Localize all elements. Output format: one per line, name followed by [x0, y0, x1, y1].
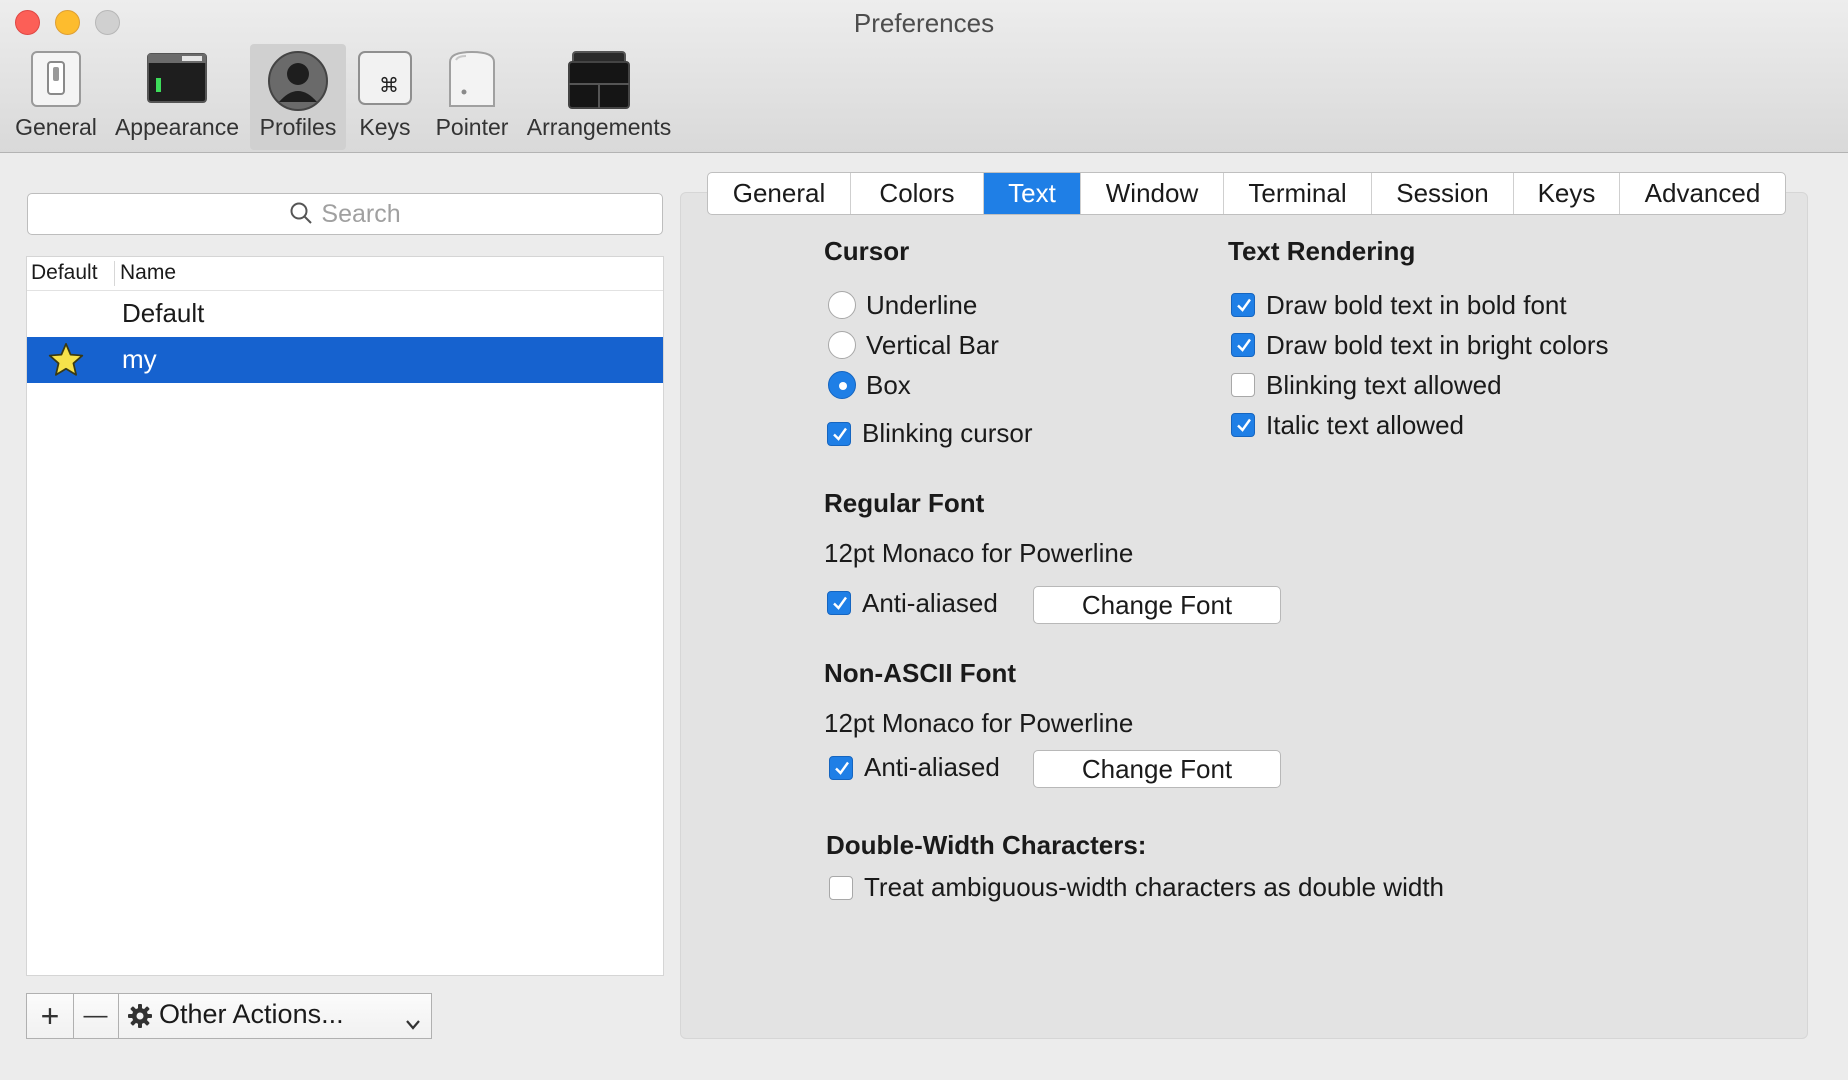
appearance-window-icon	[146, 50, 208, 111]
checkmark-icon	[835, 761, 849, 775]
toolbar-pointer[interactable]: Pointer	[428, 44, 516, 150]
preferences-window: Preferences General Appearance Profiles …	[0, 0, 1848, 1080]
non-ascii-change-font-button[interactable]: Change Font	[1033, 750, 1281, 788]
toolbar-arrangements[interactable]: Arrangements	[524, 44, 674, 150]
tab-general-label: General	[732, 178, 826, 208]
tab-keys[interactable]: Keys	[1514, 173, 1620, 214]
toolbar-pointer-label: Pointer	[435, 114, 509, 140]
regular-anti-aliased-checkbox[interactable]	[827, 591, 851, 615]
toolbar-keys[interactable]: ⌘ Keys	[352, 44, 418, 150]
tab-window[interactable]: Window	[1081, 173, 1224, 214]
bold-font-label: Draw bold text in bold font	[1266, 290, 1567, 320]
command-key-icon: ⌘	[357, 50, 413, 111]
checkmark-icon	[1237, 418, 1251, 432]
regular-font-heading: Regular Font	[824, 488, 985, 518]
regular-anti-aliased-label: Anti-aliased	[862, 588, 998, 618]
blinking-cursor-label: Blinking cursor	[862, 418, 1033, 448]
tab-terminal[interactable]: Terminal	[1224, 173, 1372, 214]
profile-actions-bar: + — Other Actions...	[26, 993, 432, 1039]
tab-colors[interactable]: Colors	[851, 173, 984, 214]
profile-search-field[interactable]: Search	[27, 193, 663, 235]
other-actions-label: Other Actions...	[159, 999, 344, 1029]
cursor-underline-radio[interactable]	[828, 291, 856, 319]
column-header-default[interactable]: Default	[31, 261, 98, 285]
cursor-box-label: Box	[866, 370, 911, 400]
toolbar-profiles[interactable]: Profiles	[250, 44, 346, 150]
bold-font-checkbox[interactable]	[1231, 293, 1255, 317]
tab-window-label: Window	[1105, 178, 1199, 208]
other-actions-popup[interactable]: Other Actions...	[119, 994, 431, 1038]
arrangements-windows-icon	[567, 50, 631, 115]
cursor-vertical-bar-label: Vertical Bar	[866, 330, 999, 360]
remove-profile-button[interactable]: —	[73, 994, 119, 1038]
cursor-vertical-bar-radio[interactable]	[828, 331, 856, 359]
profile-name: my	[122, 344, 157, 374]
search-placeholder: Search	[321, 200, 401, 228]
toolbar-general-label: General	[15, 114, 97, 140]
profile-row[interactable]: Default	[27, 291, 663, 337]
tab-colors-label: Colors	[879, 178, 955, 208]
regular-change-font-button[interactable]: Change Font	[1033, 586, 1281, 624]
profiles-table: Default Name Default my	[26, 256, 664, 976]
minus-icon: —	[83, 1002, 108, 1029]
profile-row-selected[interactable]: my	[27, 337, 663, 383]
toolbar-appearance[interactable]: Appearance	[108, 44, 246, 150]
general-switch-icon	[30, 50, 82, 113]
checkmark-icon	[833, 596, 847, 610]
default-star-icon	[47, 341, 85, 386]
double-width-heading: Double-Width Characters:	[826, 830, 1147, 860]
svg-text:⌘: ⌘	[379, 73, 399, 97]
toolbar-keys-label: Keys	[359, 114, 411, 140]
bright-colors-label: Draw bold text in bright colors	[1266, 330, 1609, 360]
toolbar-profiles-label: Profiles	[259, 114, 337, 140]
tab-advanced-label: Advanced	[1644, 178, 1761, 208]
profile-name: Default	[122, 298, 205, 328]
toolbar-appearance-label: Appearance	[114, 114, 240, 140]
italic-text-checkbox[interactable]	[1231, 413, 1255, 437]
checkmark-icon	[833, 427, 847, 441]
window-title: Preferences	[853, 8, 995, 38]
column-header-name[interactable]: Name	[120, 261, 176, 285]
plus-icon: +	[40, 998, 60, 1034]
mouse-icon	[444, 50, 500, 115]
italic-text-label: Italic text allowed	[1266, 410, 1464, 440]
cursor-heading: Cursor	[824, 236, 910, 266]
non-ascii-anti-aliased-checkbox[interactable]	[829, 756, 853, 780]
table-header: Default Name	[27, 257, 663, 291]
tab-keys-label: Keys	[1537, 178, 1596, 208]
profile-person-icon	[267, 50, 329, 117]
chevron-down-icon	[405, 1008, 421, 1039]
tab-text[interactable]: Text	[984, 173, 1081, 214]
search-icon	[290, 202, 313, 224]
tab-advanced[interactable]: Advanced	[1620, 173, 1785, 214]
add-profile-button[interactable]: +	[27, 994, 74, 1038]
cursor-box-radio[interactable]	[828, 371, 856, 399]
profile-tabs: General Colors Text Window Terminal Sess…	[707, 172, 1786, 215]
toolbar-general[interactable]: General	[10, 44, 102, 150]
toolbar-arrangements-label: Arrangements	[526, 114, 672, 140]
tab-general[interactable]: General	[708, 173, 851, 214]
tab-terminal-label: Terminal	[1248, 178, 1347, 208]
text-rendering-heading: Text Rendering	[1228, 236, 1416, 266]
column-divider	[114, 261, 115, 286]
toolbar: Preferences General Appearance Profiles …	[0, 0, 1848, 153]
double-width-checkbox[interactable]	[829, 876, 853, 900]
double-width-label: Treat ambiguous-width characters as doub…	[864, 872, 1444, 902]
tab-session-label: Session	[1396, 178, 1489, 208]
checkmark-icon	[1237, 298, 1251, 312]
non-ascii-font-value: 12pt Monaco for Powerline	[824, 708, 1134, 738]
regular-font-value: 12pt Monaco for Powerline	[824, 538, 1134, 568]
tab-session[interactable]: Session	[1372, 173, 1514, 214]
cursor-underline-label: Underline	[866, 290, 978, 320]
blinking-text-checkbox[interactable]	[1231, 373, 1255, 397]
checkmark-icon	[1237, 338, 1251, 352]
gear-icon	[127, 1003, 153, 1036]
blinking-cursor-checkbox[interactable]	[827, 422, 851, 446]
bright-colors-checkbox[interactable]	[1231, 333, 1255, 357]
non-ascii-font-heading: Non-ASCII Font	[824, 658, 1017, 688]
tab-text-label: Text	[1008, 178, 1056, 208]
non-ascii-anti-aliased-label: Anti-aliased	[864, 752, 1000, 782]
blinking-text-label: Blinking text allowed	[1266, 370, 1502, 400]
